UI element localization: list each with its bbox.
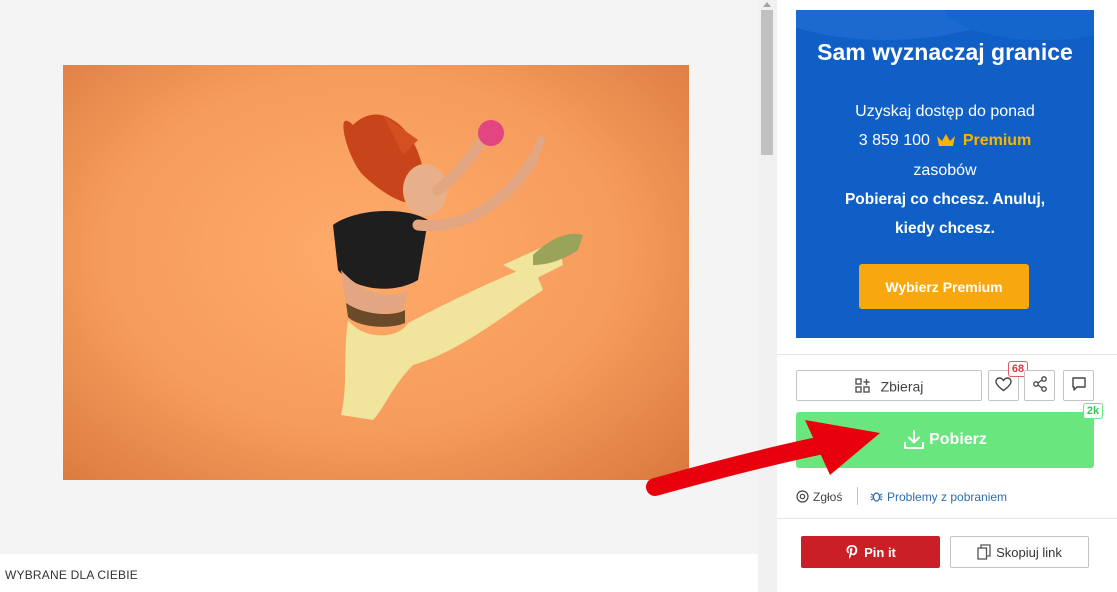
pinterest-button[interactable]: Pin it [801,536,940,568]
copy-icon [977,544,991,560]
promo-line-1: Uzyskaj dostęp do ponad [855,103,1035,120]
promo-premium-word: Premium [962,132,1032,149]
premium-promo: Sam wyznaczaj granice Uzyskaj dostęp do … [796,10,1094,338]
copy-link-button[interactable]: Skopiuj link [950,536,1089,568]
copy-label: Skopiuj link [996,544,1062,560]
recommended-section: WYBRANE DLA CIEBIE [0,554,758,592]
share-button[interactable] [1024,370,1055,401]
promo-count: 3 859 100 [858,132,930,149]
promo-bold-2: kiedy chcesz. [895,220,995,237]
heart-icon [995,376,1012,391]
share-icon [1032,376,1047,392]
divider-2 [777,518,1117,519]
dancer-photo [333,114,583,420]
downloads-count-badge: 2k [1083,403,1103,419]
photo-preview[interactable] [63,65,689,480]
choose-premium-button[interactable]: Wybierz Premium [859,264,1029,309]
promo-decoration-2 [944,10,1094,40]
comment-button[interactable] [1063,370,1094,401]
scrollbar-thumb[interactable] [761,10,773,155]
recommended-heading: WYBRANE DLA CIEBIE [5,568,138,582]
promo-bold-1: Pobieraj co chcesz. Anuluj, [844,191,1046,208]
download-label: Pobierz [929,431,987,448]
promo-line-2: 3 859 100 Premium [796,132,1094,153]
collect-button[interactable]: Zbieraj [796,370,982,401]
divider [777,354,1117,355]
annotation-arrow-icon [646,420,880,496]
collect-label: Zbieraj [880,378,924,395]
promo-title: Sam wyznaczaj granice [817,39,1073,65]
pinterest-icon [846,545,858,560]
crown-icon [936,132,956,153]
pin-label: Pin it [864,544,896,560]
scroll-up-arrow-icon[interactable] [763,2,771,7]
comment-icon [1071,377,1086,391]
promo-line-3: zasobów [913,162,977,179]
collect-icon [854,378,870,393]
